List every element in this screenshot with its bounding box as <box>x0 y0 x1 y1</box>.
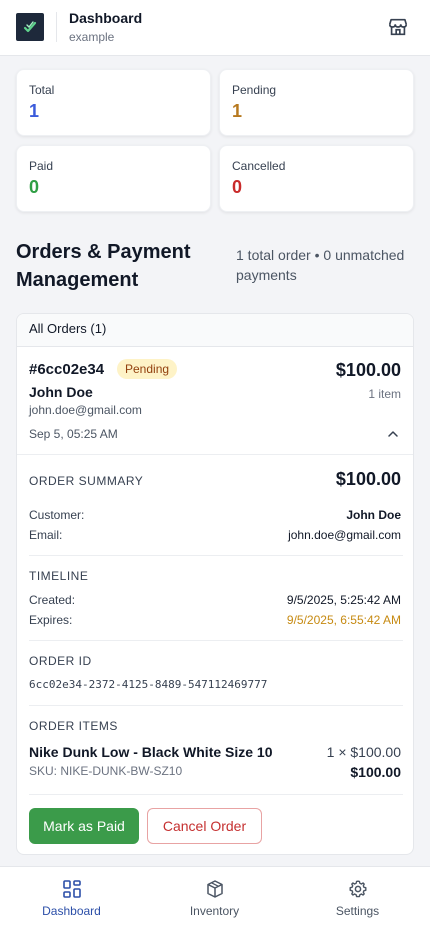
stat-value: 0 <box>29 177 40 197</box>
tab-inventory[interactable]: Inventory <box>143 867 286 932</box>
stat-card-paid: Paid 0 <box>16 145 211 212</box>
divider <box>29 794 403 795</box>
item-qty-price: 1 × $100.00 <box>326 744 401 760</box>
box-icon <box>206 880 223 898</box>
tab-label: Dashboard <box>42 904 101 918</box>
order-summary-label: ORDER SUMMARY <box>29 474 144 488</box>
stat-value: 1 <box>232 101 243 121</box>
page-title: Dashboard <box>69 10 143 26</box>
order-id-label: ORDER ID <box>29 654 92 668</box>
mark-paid-button[interactable]: Mark as Paid <box>29 808 139 844</box>
tab-settings[interactable]: Settings <box>286 867 429 932</box>
orders-card-header: All Orders (1) <box>17 314 413 347</box>
stat-value: 1 <box>29 101 40 121</box>
item-name: Nike Dunk Low - Black White Size 10 <box>29 744 273 760</box>
header-divider <box>56 12 57 42</box>
bottom-tab-bar: Dashboard Inventory Settings <box>0 866 430 932</box>
divider <box>17 454 413 455</box>
item-total: $100.00 <box>350 764 401 780</box>
grid-icon <box>62 880 81 898</box>
item-sku: SKU: NIKE-DUNK-BW-SZ10 <box>29 764 183 778</box>
created-label: Created: <box>29 593 76 607</box>
expires-value: 9/5/2025, 6:55:42 AM <box>286 613 401 627</box>
orders-heading: All Orders (1) <box>29 321 107 336</box>
stat-card-total: Total 1 <box>16 69 211 136</box>
order-id: #6cc02e34 <box>29 361 105 378</box>
divider <box>29 640 403 641</box>
stat-label: Paid <box>29 159 54 173</box>
tab-label: Settings <box>335 904 380 918</box>
stat-label: Cancelled <box>232 159 286 173</box>
orders-card: All Orders (1) #6cc02e34 Pending $100.00… <box>16 313 414 855</box>
stat-value: 0 <box>232 177 243 197</box>
stat-card-pending: Pending 1 <box>219 69 414 136</box>
app-logo <box>16 13 44 41</box>
stat-card-cancelled: Cancelled 0 <box>219 145 414 212</box>
customer-email: john.doe@gmail.com <box>29 403 142 417</box>
app-header: Dashboard example <box>0 0 430 56</box>
stat-label: Total <box>29 83 55 97</box>
email-label: Email: <box>29 528 63 542</box>
tab-label: Inventory <box>189 904 240 918</box>
store-button[interactable] <box>386 15 410 39</box>
page-subtitle: example <box>69 30 115 44</box>
status-badge: Pending <box>117 359 178 379</box>
expires-label: Expires: <box>29 613 73 627</box>
chevron-up-icon[interactable] <box>385 426 401 442</box>
order-items-label: ORDER ITEMS <box>29 719 118 733</box>
created-value: 9/5/2025, 5:25:42 AM <box>286 593 401 607</box>
email-value: john.doe@gmail.com <box>288 528 401 542</box>
customer-name: John Doe <box>29 384 93 400</box>
gear-icon <box>349 880 366 898</box>
customer-label: Customer: <box>29 508 85 522</box>
order-date: Sep 5, 05:25 AM <box>29 427 118 441</box>
summary-amount: $100.00 <box>335 469 401 489</box>
order-item-count: 1 item <box>368 387 401 401</box>
store-icon <box>388 18 408 36</box>
section-title: Orders & Payment Management <box>16 241 191 291</box>
logo-check-icon <box>23 21 37 33</box>
cancel-order-button[interactable]: Cancel Order <box>147 808 262 844</box>
customer-value: John Doe <box>346 508 401 522</box>
stat-label: Pending <box>232 83 277 97</box>
divider <box>29 705 403 706</box>
divider <box>29 555 403 556</box>
section-meta: 1 total order • 0 unmatched payments <box>236 247 405 283</box>
timeline-label: TIMELINE <box>29 569 89 583</box>
tab-dashboard[interactable]: Dashboard <box>0 867 143 932</box>
order-amount: $100.00 <box>335 360 401 380</box>
order-uuid: 6cc02e34-2372-4125-8489-547112469777 <box>29 678 268 691</box>
